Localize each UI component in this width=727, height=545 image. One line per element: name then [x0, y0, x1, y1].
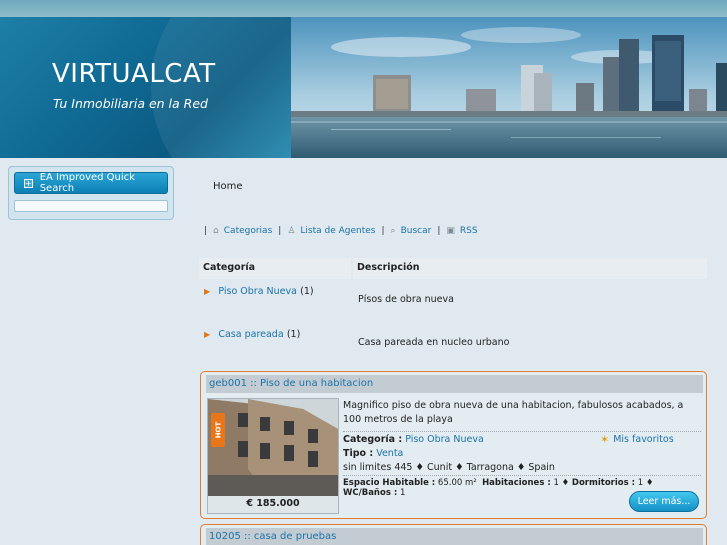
- site-header: VIRTUALCAT Tu Inmobiliaria en la Red: [0, 17, 727, 158]
- listing-title[interactable]: 10205 :: casa de pruebas: [206, 528, 703, 545]
- nav-buscar[interactable]: ⌕ Buscar: [391, 226, 432, 236]
- property-photo[interactable]: [208, 399, 338, 496]
- spec-banos-label: WC/Baños :: [343, 488, 398, 498]
- arrow-right-icon: ▶: [204, 330, 211, 339]
- favorites-label: Mis favoritos: [613, 434, 674, 445]
- spec-dormitorios-value: 1: [637, 478, 644, 488]
- property-location: sin limites 445 ♦ Cunit ♦ Tarragona ♦ Sp…: [343, 462, 555, 473]
- tipo-link[interactable]: Venta: [376, 448, 403, 459]
- categoria-label: Categoría :: [343, 434, 403, 445]
- site-title[interactable]: VIRTUALCAT: [52, 59, 216, 89]
- spec-separator-icon: ♦: [561, 478, 570, 488]
- table-row: ▶ Casa pareada (1) Casa pareada en nucle…: [199, 322, 707, 365]
- header-skyline-image: [291, 17, 727, 158]
- spec-espacio-value: 65.00 m²: [437, 478, 477, 488]
- categories-table: Categoría Descripción ▶ Piso Obra Nueva …: [199, 258, 707, 365]
- nav-categorias[interactable]: ⌂ Categorias: [213, 226, 272, 236]
- spec-habitaciones-label: Habitaciones :: [482, 478, 551, 488]
- property-tipo: Tipo : Venta: [343, 447, 701, 461]
- quick-search-module: + EA Improved Quick Search: [8, 166, 174, 220]
- nav-separator: |: [437, 226, 441, 236]
- table-row: ▶ Piso Obra Nueva (1) Písos de obra nuev…: [199, 279, 707, 322]
- spec-separator-icon: ♦: [645, 478, 654, 488]
- top-strip: [0, 0, 727, 17]
- user-icon: ♙: [287, 226, 296, 236]
- category-cell: ▶ Casa pareada (1): [199, 322, 353, 365]
- home-icon: ⌂: [213, 226, 219, 236]
- site-tagline: Tu Inmobiliaria en la Red: [53, 96, 208, 111]
- property-description: Magnifico piso de obra nueva de una habi…: [343, 400, 684, 425]
- plus-icon: +: [24, 178, 33, 188]
- listing-title[interactable]: geb001 :: Piso de una habitacion: [206, 375, 703, 393]
- property-listing: 10205 :: casa de pruebas: [200, 524, 707, 545]
- breadcrumb-home[interactable]: Home: [213, 181, 243, 192]
- nav-agentes-label: Lista de Agentes: [300, 226, 376, 236]
- nav-separator: |: [381, 226, 385, 236]
- quick-search-label: EA Improved Quick Search: [39, 172, 135, 194]
- read-more-button[interactable]: Leer más...: [629, 491, 699, 512]
- listing-nav: | ⌂ Categorias | ♙ Lista de Agentes | ⌕ …: [198, 226, 478, 236]
- nav-rss[interactable]: ▣ RSS: [446, 226, 477, 236]
- hot-badge-label: HOT: [214, 421, 222, 439]
- nav-buscar-label: Buscar: [400, 226, 432, 236]
- categoria-link[interactable]: Piso Obra Nueva: [405, 434, 484, 445]
- header-descripcion: Descripción: [353, 258, 707, 279]
- quick-search-toggle[interactable]: + EA Improved Quick Search: [14, 172, 168, 194]
- category-description: Písos de obra nueva: [358, 294, 454, 305]
- tipo-label: Tipo :: [343, 448, 374, 459]
- nav-categorias-label: Categorias: [223, 226, 273, 236]
- search-icon: ⌕: [390, 226, 396, 236]
- property-price: € 185.000: [246, 498, 300, 509]
- nav-agentes[interactable]: ♙ Lista de Agentes: [287, 226, 375, 236]
- category-cell: ▶ Piso Obra Nueva (1): [199, 279, 353, 322]
- brand-panel: VIRTUALCAT Tu Inmobiliaria en la Red: [0, 17, 291, 158]
- nav-separator: |: [278, 226, 282, 236]
- nav-rss-label: RSS: [459, 226, 478, 236]
- spec-habitaciones-value: 1: [553, 478, 559, 488]
- quick-search-panel: [14, 200, 168, 212]
- header-categoria: Categoría: [199, 258, 351, 279]
- category-count: (1): [300, 286, 314, 297]
- table-header: Categoría Descripción: [199, 258, 707, 279]
- property-photo-frame[interactable]: HOT € 185.000: [207, 398, 339, 514]
- arrow-right-icon: ▶: [204, 287, 211, 296]
- hot-badge: HOT: [211, 413, 225, 447]
- spec-banos-value: 1: [399, 488, 406, 498]
- spec-espacio-label: Espacio Habitable :: [343, 478, 436, 488]
- nav-separator: |: [204, 226, 208, 236]
- category-link[interactable]: Piso Obra Nueva: [218, 286, 297, 297]
- category-link[interactable]: Casa pareada: [218, 329, 283, 340]
- add-to-favorites[interactable]: ✶ Mis favoritos: [600, 433, 674, 446]
- category-count: (1): [286, 329, 301, 340]
- rss-icon: ▣: [446, 226, 455, 236]
- spec-dormitorios-label: Dormitorios :: [571, 478, 636, 488]
- category-description: Casa pareada en nucleo urbano: [358, 337, 510, 348]
- star-icon: ✶: [600, 433, 610, 446]
- property-listing: geb001 :: Piso de una habitacion HOT € 1…: [200, 371, 707, 519]
